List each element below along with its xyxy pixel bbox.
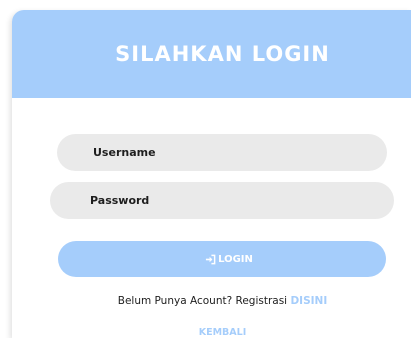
register-prompt-text: Belum Punya Acount? Registrasi (117, 295, 288, 307)
password-input[interactable] (50, 182, 394, 219)
login-button[interactable]: LOGIN (58, 241, 386, 277)
login-button-label: LOGIN (218, 253, 253, 265)
sign-in-icon (205, 254, 216, 265)
username-input[interactable] (57, 134, 387, 171)
login-card: SILAHKAN LOGIN LOGIN Belum Punya Acount?… (12, 10, 411, 338)
page-title: SILAHKAN LOGIN (115, 42, 330, 66)
register-prompt: Belum Punya Acount? Registrasi DISINI (12, 295, 411, 307)
register-link[interactable]: DISINI (290, 295, 327, 307)
login-header: SILAHKAN LOGIN (12, 10, 411, 98)
back-link[interactable]: KEMBALI (12, 327, 411, 338)
